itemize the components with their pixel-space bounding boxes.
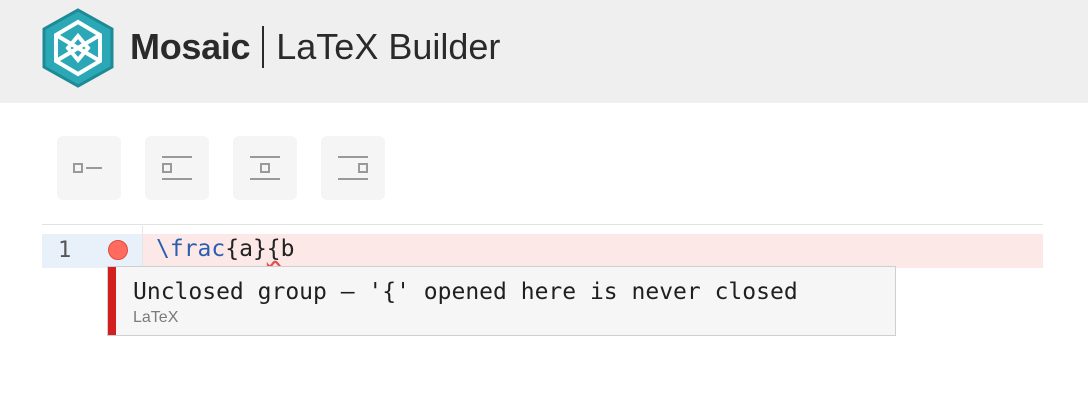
align-left-button[interactable]: [57, 136, 121, 200]
align-right-icon: [338, 156, 368, 180]
editor-top-border: [42, 224, 1043, 225]
align-right-button[interactable]: [321, 136, 385, 200]
align-middle-icon: [250, 156, 280, 180]
diagnostic-tooltip: Unclosed group — '{' opened here is neve…: [107, 266, 896, 336]
align-center-icon: [162, 156, 192, 180]
product-name: LaTeX Builder: [276, 26, 501, 67]
diagnostic-message: Unclosed group — '{' opened here is neve…: [133, 279, 798, 305]
brand-divider: [262, 26, 265, 68]
app-header: Mosaic LaTeX Builder: [0, 0, 1088, 103]
diagnostic-source: LaTeX: [133, 309, 179, 326]
align-middle-button[interactable]: [233, 136, 297, 200]
line-number: 1: [58, 238, 72, 263]
align-left-icon: [73, 163, 102, 173]
brand-name: Mosaic: [130, 26, 251, 67]
error-severity-bar: [108, 267, 116, 335]
code-argument: {a}: [225, 236, 267, 262]
code-line[interactable]: \frac{a}{b: [156, 236, 295, 262]
brand: Mosaic LaTeX Builder: [130, 22, 500, 72]
align-center-button[interactable]: [145, 136, 209, 200]
latex-command: \frac: [156, 236, 226, 262]
code-text: b: [280, 236, 295, 262]
mosaic-logo-icon: [42, 8, 114, 88]
unclosed-brace: {: [266, 236, 281, 262]
error-marker-icon[interactable]: [108, 240, 128, 260]
